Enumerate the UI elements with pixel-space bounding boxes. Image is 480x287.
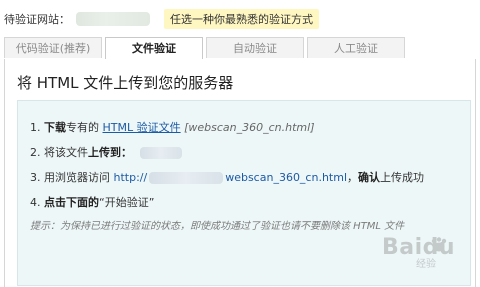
baidu-jingyan-watermark: Baidu 经验 <box>372 225 470 270</box>
site-to-verify-label: 待验证网站： <box>4 13 70 26</box>
verify-url-protocol[interactable]: http:// <box>114 171 148 184</box>
step-3-post: 上传成功 <box>380 171 425 184</box>
step-1-download: 下载 <box>44 121 66 134</box>
download-html-verification-file-link[interactable]: HTML 验证文件 <box>103 121 181 134</box>
verification-filename: [webscan_360_cn.html] <box>184 121 315 134</box>
panel-title: 将 HTML 文件上传到您的服务器 <box>17 74 234 92</box>
step-4: 4. 点击下面的“开始验证” <box>30 194 154 210</box>
step-4-start-verification: “开始验证” <box>99 196 155 209</box>
step-3-number: 3. <box>30 171 41 184</box>
step-4-number: 4. <box>30 196 41 209</box>
step-2: 2. 将该文件上传到： <box>30 144 182 160</box>
verification-hint: 任选一种你最熟悉的验证方式 <box>164 9 319 29</box>
step-3-comma: ， <box>347 171 359 184</box>
upload-target-redacted <box>139 147 182 159</box>
step-2-upload-to: 上传到： <box>88 146 132 159</box>
top-line: 待验证网站： 任选一种你最熟悉的验证方式 <box>4 9 319 29</box>
verify-url-file[interactable]: webscan_360_cn.html <box>225 171 347 184</box>
tab-file-verification[interactable]: 文件验证 <box>105 37 203 60</box>
verify-url-redacted <box>149 172 224 184</box>
note-keep-file: 提示：为保持已进行过验证的状态，即使成功通过了验证也请不要删除该 HTML 文件 <box>30 221 405 232</box>
tab-manual-verification[interactable]: 人工验证 <box>307 37 405 58</box>
step-3-confirm: 确认 <box>358 171 381 184</box>
step-3: 3. 用浏览器访问 http:// webscan_360_cn.html，确认上… <box>30 169 424 185</box>
paw-icon <box>431 237 447 252</box>
tab-auto-verification[interactable]: 自动验证 <box>206 37 304 58</box>
step-1-mid: 专有的 <box>66 121 99 134</box>
site-domain-redacted <box>76 12 150 26</box>
step-4-click-below: 点击下面的 <box>44 196 99 209</box>
step-3-pre: 用浏览器访问 <box>44 171 110 184</box>
step-2-pre: 将该文件 <box>44 146 88 159</box>
step-2-number: 2. <box>30 146 41 159</box>
step-1: 1. 下载专有的 HTML 验证文件 [webscan_360_cn.html] <box>30 119 315 135</box>
tab-code-verification[interactable]: 代码验证(推荐) <box>4 37 102 58</box>
verification-tabs: 代码验证(推荐) 文件验证 自动验证 人工验证 <box>4 37 476 60</box>
step-1-number: 1. <box>30 121 41 134</box>
watermark-subtext: 经验 <box>416 259 436 270</box>
